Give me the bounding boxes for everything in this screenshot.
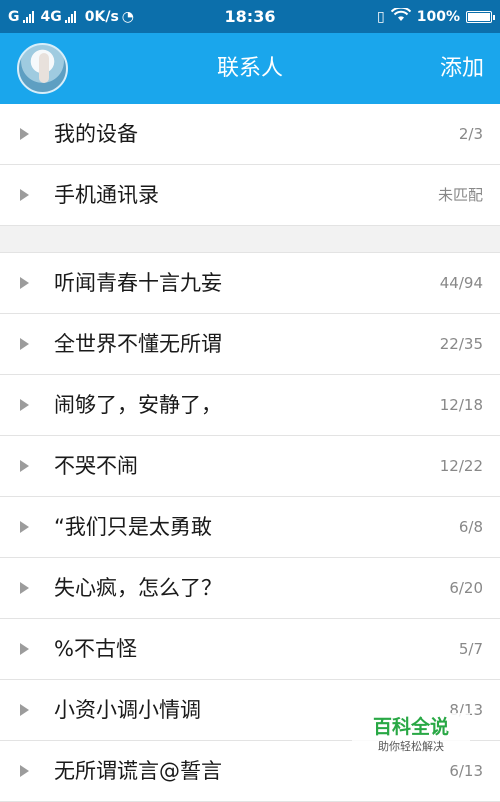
group-count: 2/3 (458, 125, 483, 143)
group-count: 22/35 (439, 335, 483, 353)
group-row[interactable]: 闹够了，安静了， 12/18 (0, 375, 500, 436)
expand-arrow-icon (20, 277, 29, 289)
expand-arrow-icon (20, 128, 29, 140)
group-name: 手机通讯录 (54, 183, 159, 207)
group-count: 44/94 (439, 274, 483, 292)
battery-icon (466, 10, 495, 23)
watermark-sub: 助你轻松解决 (378, 740, 444, 753)
expand-arrow-icon (20, 189, 29, 201)
group-count: 未匹配 (437, 186, 483, 204)
group-name: 不哭不闹 (54, 454, 138, 478)
group-row[interactable]: 手机通讯录 未匹配 (0, 165, 500, 226)
contact-group-list: 我的设备 2/3 手机通讯录 未匹配 听闻青春十言九妄 44/94 全世界不懂无所谓 22/… (0, 104, 500, 802)
battery-percent: 100% (416, 8, 460, 25)
expand-arrow-icon (20, 521, 29, 533)
expand-arrow-icon (20, 338, 29, 350)
group-count: 12/22 (439, 457, 483, 475)
group-count: 5/7 (458, 640, 483, 658)
group-name: 全世界不懂无所谓 (54, 332, 222, 356)
group-name: 小资小调小情调 (54, 698, 201, 722)
wifi-icon (390, 6, 411, 26)
add-contact-button[interactable]: 添加 (440, 33, 484, 105)
status-right: ▯ 100% (377, 0, 495, 33)
group-row[interactable]: 全世界不懂无所谓 22/35 (0, 314, 500, 375)
group-row[interactable]: 失心疯，怎么了？ 6/20 (0, 558, 500, 619)
status-bar: G 4G 0K/s ◔ 18:36 ▯ 100% (0, 0, 500, 33)
page-title: 联系人 (216, 56, 283, 81)
watermark-logo: 百科全说 助你轻松解决 (352, 713, 470, 759)
expand-arrow-icon (20, 765, 29, 777)
expand-arrow-icon (20, 704, 29, 716)
group-name: 我的设备 (54, 122, 138, 146)
group-name: 听闻青春十言九妄 (54, 271, 222, 295)
battery-fill (468, 12, 490, 21)
group-row[interactable]: %不古怪 5/7 (0, 619, 500, 680)
expand-arrow-icon (20, 643, 29, 655)
top-groups: 我的设备 2/3 手机通讯录 未匹配 (0, 104, 500, 226)
group-name: 失心疯，怎么了？ (54, 576, 222, 600)
group-row[interactable]: 我的设备 2/3 (0, 104, 500, 165)
app-header: 联系人 添加 (0, 33, 500, 105)
group-count: 6/20 (449, 579, 483, 597)
group-name: “我们只是太勇敢 (54, 515, 212, 539)
watermark-main: 百科全说 (372, 716, 449, 738)
section-divider (0, 226, 500, 253)
group-row[interactable]: 听闻青春十言九妄 44/94 (0, 253, 500, 314)
group-name: 闹够了，安静了， (54, 393, 222, 417)
expand-arrow-icon (20, 399, 29, 411)
group-row[interactable]: “我们只是太勇敢 6/8 (0, 497, 500, 558)
expand-arrow-icon (20, 460, 29, 472)
expand-arrow-icon (20, 582, 29, 594)
group-name: 无所谓谎言@誓言 (54, 759, 222, 783)
group-count: 6/8 (458, 518, 483, 536)
vibrate-icon: ▯ (377, 8, 385, 25)
group-row[interactable]: 不哭不闹 12/22 (0, 436, 500, 497)
group-name: %不古怪 (54, 637, 137, 661)
group-count: 12/18 (439, 396, 483, 414)
